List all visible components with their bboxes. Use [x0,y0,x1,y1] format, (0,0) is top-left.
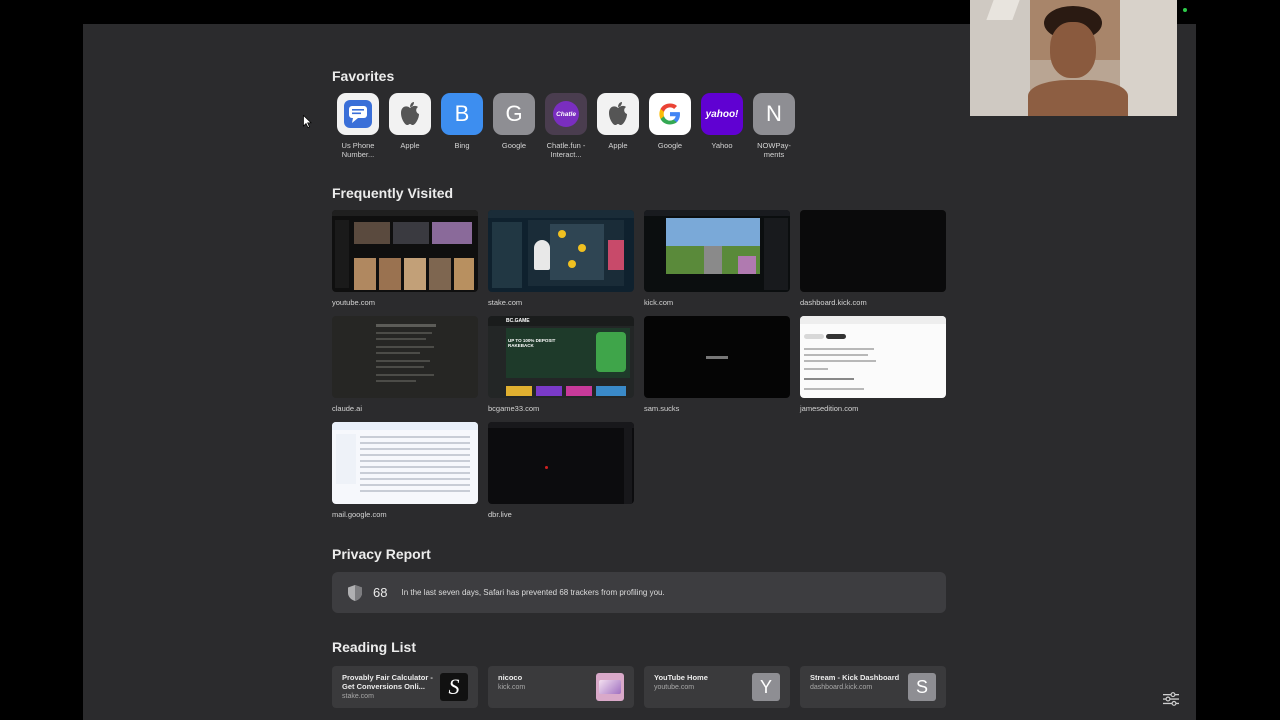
mouse-cursor-icon [303,115,312,128]
favorite-apple-2[interactable]: Apple [592,93,644,159]
frequent-dashboard-kick[interactable]: dashboard.kick.com [800,210,946,307]
stream-thumbnail-icon [596,673,624,701]
letter-g-icon: G [493,93,535,135]
jamesedition-thumbnail [800,316,946,398]
favorite-us-phone-number[interactable]: Us Phone Number... [332,93,384,159]
google-logo-icon [649,93,691,135]
favorites-heading: Favorites [332,68,395,84]
claude-thumbnail [332,316,478,398]
youtube-thumbnail [332,210,478,292]
bcgame-promo-text: UP TO 100% DEPOSIT RAKEBACK [508,338,556,348]
reading-list-item-youtube-home[interactable]: YouTube Home youtube.com Y [644,666,790,708]
gmail-thumbnail [332,422,478,504]
favorite-google-letter[interactable]: G Google [488,93,540,159]
letter-b-icon: B [441,93,483,135]
favorite-nowpayments[interactable]: N NOWPay-ments [748,93,800,159]
frequent-jamesedition[interactable]: jamesedition.com [800,316,946,413]
reading-list-item-nicoco[interactable]: nicoco kick.com [488,666,634,708]
sam-sucks-thumbnail [644,316,790,398]
tracker-count: 68 [373,585,388,600]
stake-s-icon: S [440,673,468,701]
frequent-kick[interactable]: kick.com [644,210,790,307]
dashboard-kick-thumbnail [800,210,946,292]
reading-list-heading: Reading List [332,639,417,655]
letter-n-icon: N [753,93,795,135]
letter-s-icon: S [908,673,936,701]
frequent-sam-sucks[interactable]: sam.sucks [644,316,790,413]
chatle-logo-icon: Chatle [545,93,587,135]
favorites-row: Us Phone Number... Apple B Bing G Google… [332,93,800,159]
apple-icon [389,93,431,135]
frequent-youtube[interactable]: youtube.com [332,210,478,307]
frequent-gmail[interactable]: mail.google.com [332,422,478,519]
apple-icon [597,93,639,135]
sliders-icon[interactable] [1163,692,1179,706]
dbr-live-thumbnail [488,422,634,504]
frequent-claude[interactable]: claude.ai [332,316,478,413]
favorite-yahoo[interactable]: yahoo! Yahoo [696,93,748,159]
reading-list-item-provably-fair[interactable]: Provably Fair Calculator - Get Conversio… [332,666,478,708]
privacy-report-heading: Privacy Report [332,546,431,562]
kick-thumbnail [644,210,790,292]
yahoo-logo-icon: yahoo! [701,93,743,135]
privacy-report-text: In the last seven days, Safari has preve… [401,588,665,597]
chatle-logo-text: Chatle [553,101,579,127]
safari-start-page: Favorites Us Phone Number... Apple B Bin… [83,24,1196,720]
chat-bubble-icon [337,93,379,135]
stake-thumbnail [488,210,634,292]
privacy-report-card[interactable]: 68 In the last seven days, Safari has pr… [332,572,946,613]
favorite-google[interactable]: Google [644,93,696,159]
letter-y-icon: Y [752,673,780,701]
favorite-chatle[interactable]: Chatle Chatle.fun - Interact... [540,93,592,159]
webcam-overlay [970,0,1177,116]
bcgame-thumbnail: BC.GAME UP TO 100% DEPOSIT RAKEBACK [488,316,634,398]
frequently-visited-heading: Frequently Visited [332,185,454,201]
favorite-apple[interactable]: Apple [384,93,436,159]
shield-icon [348,584,362,601]
camera-indicator-icon [1183,8,1187,12]
reading-list-item-kick-dashboard[interactable]: Stream - Kick Dashboard dashboard.kick.c… [800,666,946,708]
favorite-bing[interactable]: B Bing [436,93,488,159]
frequent-stake[interactable]: stake.com [488,210,634,307]
frequent-dbr-live[interactable]: dbr.live [488,422,634,519]
frequent-bcgame[interactable]: BC.GAME UP TO 100% DEPOSIT RAKEBACK bcga… [488,316,634,413]
bcgame-logo-text: BC.GAME [506,318,530,324]
